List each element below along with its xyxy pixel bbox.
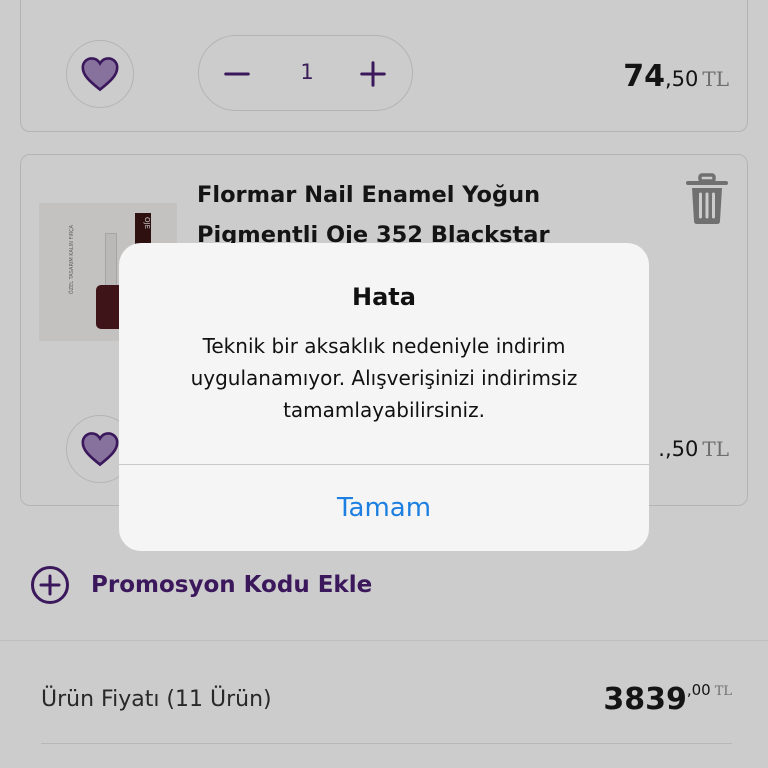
error-alert-dialog: Hata Teknik bir aksaklık nedeniyle indir… <box>119 243 649 551</box>
ok-button[interactable]: Tamam <box>119 465 649 551</box>
alert-title: Hata <box>352 283 416 311</box>
alert-message: Teknik bir aksaklık nedeniyle indirim uy… <box>190 334 578 422</box>
